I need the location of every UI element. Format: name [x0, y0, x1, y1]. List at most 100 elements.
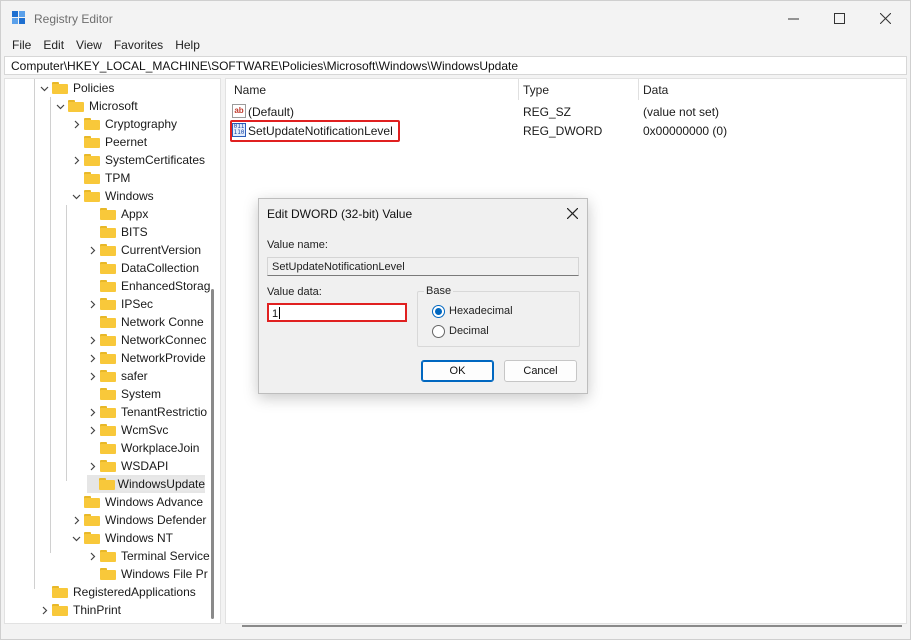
tree-item[interactable]: NetworkProvide — [87, 349, 206, 367]
folder-icon — [100, 550, 116, 562]
tree-item[interactable]: WcmSvc — [87, 421, 168, 439]
menu-file[interactable]: File — [6, 35, 37, 55]
chevron-right-icon[interactable] — [87, 241, 97, 259]
tree-item-label: RegisteredApplications — [73, 585, 196, 599]
chevron-right-icon[interactable] — [71, 151, 81, 169]
tree-item[interactable]: CurrentVersion — [87, 241, 201, 259]
folder-icon — [100, 442, 116, 454]
tree-item-label: Appx — [121, 207, 149, 221]
column-separator[interactable] — [638, 79, 639, 100]
column-header-data[interactable]: Data — [643, 83, 668, 97]
chevron-down-icon[interactable] — [55, 97, 65, 115]
tree-item[interactable]: WorkplaceJoin — [87, 439, 199, 457]
chevron-down-icon[interactable] — [71, 187, 81, 205]
dialog-close-button[interactable] — [559, 202, 585, 224]
tree-item[interactable]: Policies — [39, 79, 114, 97]
tree-item[interactable]: Windows NT — [71, 529, 173, 547]
tree-item[interactable]: Peernet — [71, 133, 147, 151]
tree-item-label: DataCollection — [121, 261, 200, 275]
tree-item[interactable]: TPM — [71, 169, 130, 187]
value-row-default[interactable]: ab (Default) REG_SZ (value not set) — [226, 102, 886, 121]
menu-view[interactable]: View — [70, 35, 108, 55]
address-bar[interactable]: Computer\HKEY_LOCAL_MACHINE\SOFTWARE\Pol… — [4, 56, 907, 75]
chevron-right-icon[interactable] — [71, 115, 81, 133]
tree-item[interactable]: Microsoft — [55, 97, 138, 115]
tree-item[interactable]: System — [87, 385, 161, 403]
folder-icon — [100, 406, 116, 418]
menu-edit[interactable]: Edit — [37, 35, 70, 55]
maximize-icon — [833, 12, 845, 24]
tree-item-label: Peernet — [105, 135, 148, 149]
horizontal-scrollbar[interactable] — [242, 625, 902, 627]
minimize-button[interactable] — [770, 1, 816, 35]
tree-item[interactable]: ThinPrint — [39, 601, 121, 619]
tree-item[interactable]: TenantRestrictio — [87, 403, 207, 421]
tree-item[interactable]: Terminal Service — [87, 547, 210, 565]
tree-item[interactable]: Windows File Pr — [87, 565, 208, 583]
tree-item[interactable]: Windows Defender — [71, 511, 206, 529]
tree-item[interactable]: Windows Advance — [71, 493, 203, 511]
close-icon — [879, 12, 891, 24]
chevron-right-icon[interactable] — [87, 295, 97, 313]
folder-icon — [84, 136, 100, 148]
chevron-right-icon[interactable] — [87, 367, 97, 385]
tree-item[interactable]: RegisteredApplications — [39, 583, 196, 601]
tree-item-label: WSDAPI — [121, 459, 169, 473]
tree-item[interactable]: Appx — [87, 205, 148, 223]
folder-icon — [84, 118, 100, 130]
tree-item-label: System — [121, 387, 162, 401]
cancel-button[interactable]: Cancel — [504, 360, 577, 382]
chevron-right-icon[interactable] — [39, 601, 49, 619]
tree-item[interactable]: NetworkConnec — [87, 331, 206, 349]
tree-item-label: Cryptography — [105, 117, 178, 131]
tree-scrollbar[interactable] — [211, 289, 214, 619]
tree-item-label: Windows NT — [105, 531, 174, 545]
tree-item[interactable]: IPSec — [87, 295, 153, 313]
ok-button[interactable]: OK — [421, 360, 494, 382]
decimal-radio[interactable]: Decimal — [432, 323, 489, 339]
tree-item[interactable]: BITS — [87, 223, 148, 241]
folder-icon — [100, 244, 116, 256]
tree-item[interactable]: SystemCertificates — [71, 151, 205, 169]
value-type: REG_DWORD — [523, 123, 603, 138]
menu-favorites[interactable]: Favorites — [108, 35, 169, 55]
tree-item[interactable]: WindowsUpdate — [87, 475, 205, 493]
chevron-right-icon[interactable] — [87, 457, 97, 475]
chevron-right-icon[interactable] — [87, 349, 97, 367]
folder-icon — [100, 226, 116, 238]
folder-icon — [84, 190, 100, 202]
menu-help[interactable]: Help — [169, 35, 206, 55]
chevron-right-icon[interactable] — [87, 421, 97, 439]
chevron-right-icon[interactable] — [87, 403, 97, 421]
column-header-name[interactable]: Name — [234, 83, 266, 97]
folder-icon — [84, 532, 100, 544]
column-header-type[interactable]: Type — [523, 83, 549, 97]
tree-item-label: Policies — [73, 81, 115, 95]
tree-item[interactable]: WSDAPI — [87, 457, 168, 475]
chevron-right-icon[interactable] — [87, 331, 97, 349]
column-separator[interactable] — [518, 79, 519, 100]
tree-item[interactable]: EnhancedStorag — [87, 277, 210, 295]
tree-item[interactable]: Network Conne — [87, 313, 204, 331]
value-data-input[interactable]: 1 — [267, 303, 407, 322]
maximize-button[interactable] — [816, 1, 862, 35]
chevron-down-icon[interactable] — [71, 529, 81, 547]
close-window-button[interactable] — [862, 1, 908, 35]
chevron-right-icon[interactable] — [87, 547, 97, 565]
value-name-label: Value name: — [267, 239, 328, 251]
tree-item-label: Terminal Service — [121, 549, 210, 563]
tree-item[interactable]: Windows — [71, 187, 154, 205]
hexadecimal-radio[interactable]: Hexadecimal — [432, 303, 513, 319]
chevron-right-icon[interactable] — [71, 511, 81, 529]
tree-item[interactable]: safer — [87, 367, 148, 385]
dialog-title: Edit DWORD (32-bit) Value — [267, 207, 413, 221]
tree-item-label: SystemCertificates — [105, 153, 206, 167]
tree-item[interactable]: Cryptography — [71, 115, 177, 133]
tree-guide-line — [50, 97, 51, 553]
chevron-down-icon[interactable] — [39, 79, 49, 97]
folder-icon — [100, 460, 116, 472]
tree-item[interactable]: DataCollection — [87, 259, 199, 277]
